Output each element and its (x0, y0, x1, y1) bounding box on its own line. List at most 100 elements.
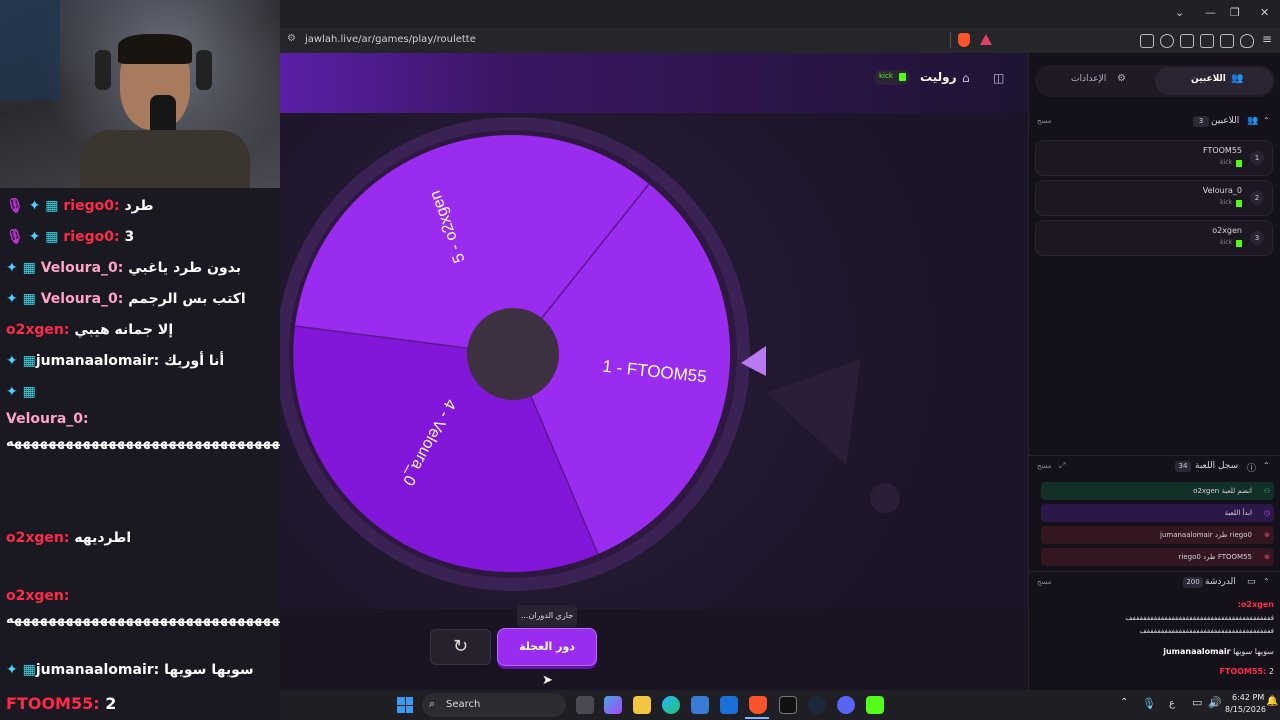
task-view-icon[interactable] (576, 696, 594, 714)
players-section-title: اللاعبين (1211, 116, 1240, 126)
microphone-icon[interactable]: 🎙 (1142, 697, 1156, 710)
restore-icon[interactable]: ❐ (1230, 6, 1240, 19)
chat-username: o2xgen: (6, 530, 70, 546)
chat-line: o2xgen: اطرديهه (6, 530, 131, 546)
chat-username: FTOOM55: (6, 694, 100, 713)
player-card[interactable]: FTOOM55 kick 1 (1035, 140, 1273, 176)
bot-badge-icon: ▦ (22, 291, 36, 307)
browser-titlebar: ⌄ — ❐ ✕ (280, 0, 1280, 28)
taskbar-search[interactable]: ⌕ Search (422, 693, 566, 717)
player-card[interactable]: o2xgen kick 3 (1035, 220, 1273, 256)
users-icon: 👥 (1247, 116, 1259, 126)
language-indicator[interactable]: ع (1169, 698, 1175, 709)
close-icon[interactable]: ✕ (1260, 6, 1269, 19)
media-icon[interactable] (1160, 34, 1174, 48)
minimize-icon[interactable]: — (1205, 6, 1216, 19)
extensions-icon[interactable] (1140, 34, 1154, 48)
epic-games-icon[interactable] (779, 696, 797, 714)
chat-line: ✦ ▦jumanaalomair: أنا أوريك (6, 353, 224, 369)
player-name: Veloura_0 (1202, 186, 1242, 195)
spin-wheel-button[interactable]: دور العجلة (497, 628, 597, 666)
taskbar: ⌕ Search ⌃ 🎙 ع ▭ 🔊 6:42 PM 8/15/2026 🔔 (280, 690, 1280, 720)
site-settings-icon[interactable]: ⚙ (287, 33, 296, 44)
log-entry: riego0 طرد FTOOM55 ⊗ (1041, 548, 1274, 566)
chat-username: jumanaalomair (1163, 647, 1231, 656)
clock-time[interactable]: 6:42 PM (1232, 693, 1264, 702)
collapse-icon[interactable]: ⌃ (1263, 461, 1270, 470)
chat-message: اطرديهه (74, 530, 132, 546)
widgets-icon[interactable] (604, 696, 622, 714)
roulette-wheel: 1 - FTOOM55 4 - Veloura_0 5 - o2xgen (280, 117, 766, 591)
brave-shields-icon[interactable] (958, 33, 970, 47)
webcam-overlay (0, 0, 280, 188)
tray-chevron-icon[interactable]: ⌃ (1120, 697, 1128, 708)
tab-settings-label: الإعدادات (1071, 74, 1107, 84)
platform-badge-label: kick (879, 72, 893, 80)
clock-date[interactable]: 8/15/2026 (1225, 705, 1266, 714)
panel-toggle-icon[interactable]: ◫ (993, 71, 1004, 85)
player-card[interactable]: Veloura_0 kick 2 (1035, 180, 1273, 216)
kick-icon (1236, 200, 1242, 207)
reset-button[interactable]: ↻ (430, 629, 491, 665)
search-icon: ⌕ (429, 697, 436, 710)
user-joined-icon: ⚇ (1263, 487, 1270, 495)
menu-icon[interactable]: ≡ (1262, 32, 1272, 46)
chat-line: FTOOM55: 2 (1220, 667, 1274, 676)
expand-icon[interactable]: ⤢ (1059, 461, 1065, 471)
home-icon[interactable]: ⌂ (962, 71, 970, 85)
log-count-badge: 34 (1175, 461, 1191, 472)
brave-rewards-icon[interactable] (980, 34, 992, 45)
collapse-icon[interactable]: ⌃ (1263, 116, 1270, 125)
kick-icon (1236, 240, 1242, 247)
chat-section-title: الدردشة (1205, 577, 1236, 587)
tab-settings[interactable]: الإعدادات ⚙ (1035, 67, 1153, 95)
kick-out-icon: ⊗ (1264, 531, 1270, 539)
log-entry-text: jumanaalomair طرد riego0 (1160, 531, 1252, 539)
clear-players-button[interactable]: مسح (1037, 117, 1052, 125)
collapse-icon[interactable]: ⌃ (1263, 577, 1270, 586)
chat-line: ✦ ▦jumanaalomair: سويها سويها (6, 662, 254, 678)
sword-icon: ✦ (28, 198, 41, 214)
tab-players-label: اللاعبين (1191, 74, 1226, 84)
discord-icon[interactable] (837, 696, 855, 714)
start-icon[interactable] (397, 697, 413, 713)
volume-icon[interactable]: 🔊 (1208, 696, 1222, 709)
log-entry: jumanaalomair طرد riego0 ⊗ (1041, 526, 1274, 544)
tab-players[interactable]: اللاعبين 👥 (1155, 67, 1273, 95)
chat-message: سويها سويها (164, 662, 254, 678)
url-field[interactable]: jawlah.live/ar/games/play/roulette (305, 34, 476, 45)
search-placeholder: Search (446, 699, 481, 710)
kick-app-icon[interactable] (866, 696, 884, 714)
chat-username: jumanaalomair: (35, 353, 160, 369)
game-start-icon: ◷ (1263, 509, 1270, 517)
edge-icon[interactable] (662, 696, 680, 714)
bot-badge-icon: ▦ (22, 353, 36, 369)
notification-bell-icon[interactable]: 🔔 (1266, 696, 1278, 707)
sidebar-icon[interactable] (1180, 34, 1194, 48)
mail-icon[interactable] (720, 696, 738, 714)
wallet-icon[interactable] (1200, 34, 1214, 48)
chat-line: 🎙 ✦ ▦ riego0: 3 (6, 229, 134, 245)
clear-log-button[interactable]: مسح (1037, 462, 1052, 470)
brave-icon[interactable] (749, 696, 767, 714)
chevron-down-icon[interactable]: ⌄ (1175, 6, 1184, 19)
kick-icon (1236, 160, 1242, 167)
sliders-icon: ⚙ (1117, 73, 1126, 84)
store-icon[interactable] (691, 696, 709, 714)
network-icon[interactable]: ▭ (1192, 696, 1202, 709)
chat-message: سويها سويها (1233, 647, 1274, 656)
chat-line: o2xgen: هههههههههههههههههههههههههههههههه… (6, 585, 384, 631)
chat-username: jumanaalomair: (35, 662, 160, 678)
clear-chat-button[interactable]: مسح (1037, 578, 1052, 586)
player-rank: 1 (1250, 151, 1264, 165)
vpn-icon[interactable] (1240, 34, 1254, 48)
sword-icon: ✦ (6, 662, 18, 678)
sword-icon: ✦ (6, 291, 18, 307)
steam-icon[interactable] (808, 696, 826, 714)
player-name: FTOOM55 (1202, 146, 1242, 155)
chat-message: فففففففففففففففففففففففففففففففففففففففف… (1125, 614, 1274, 622)
file-explorer-icon[interactable] (633, 696, 651, 714)
leo-icon[interactable] (1220, 34, 1234, 48)
stream-chat-overlay: 🎙 ✦ ▦ riego0: طرد 🎙 ✦ ▦ riego0: 3 ✦ ▦ Ve… (0, 188, 633, 690)
log-entry-text: ابدأ اللعبة (1224, 509, 1252, 517)
